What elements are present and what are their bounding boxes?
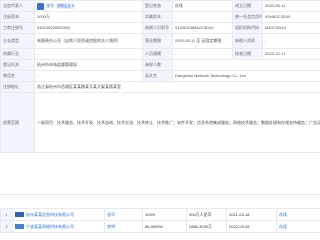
staff-value: -	[172, 48, 233, 60]
row-index: 1	[0, 208, 13, 221]
scope-label: 经营范围	[0, 92, 35, 153]
company-name[interactable]: 杭州某某信息科技有限公司	[26, 212, 74, 217]
table-row[interactable]: 1 杭州某某信息科技有限公司 张华 100% 500万人民币 2021-03-1…	[0, 208, 320, 221]
invest-amount: 500万人民币	[186, 208, 227, 221]
credit-code-label: 统一社会信用代码	[232, 11, 263, 23]
business-info-table: 法定代表人 张华 关联企业 6 登记状态 存续 成立日期 2020-05-11 …	[0, 0, 320, 153]
former-name-value: -	[34, 70, 143, 82]
staff-label: 人员规模	[142, 48, 173, 60]
share-ratio: 66.3993%	[142, 220, 187, 233]
taxpayer-qualification-label: 纳税人资质	[232, 33, 263, 49]
paid-capital-value: -	[172, 11, 233, 23]
status-value: 存续	[172, 0, 233, 12]
taxpayer-value: 91330100MA2C3D4X	[172, 22, 233, 34]
invest-amount: 2666.3299万	[186, 220, 227, 233]
legal-rep[interactable]: 张华	[104, 208, 143, 221]
former-name-label: 曾用名	[0, 70, 35, 82]
established-label: 成立日期	[232, 0, 263, 12]
reg-no-value: 330100000000000	[34, 22, 143, 34]
type-label: 企业类型	[0, 33, 35, 49]
company-name[interactable]: 宁波某某网络科技有限公司	[26, 224, 74, 229]
reg-no-label: 工商注册号	[0, 22, 35, 34]
org-code-label: 组织机构代码	[232, 22, 263, 34]
industry-label: 所属行业	[0, 48, 35, 60]
invest-date: 2022-09-28	[226, 220, 277, 233]
paid-capital-label: 实缴资本	[142, 11, 173, 23]
avatar	[37, 2, 44, 10]
taxpayer-qualification-value: -	[262, 33, 320, 49]
company-logo-icon	[15, 223, 24, 229]
company-logo-icon	[15, 211, 24, 217]
credit-code-value: 91MA2C3D4X	[262, 11, 320, 23]
insured-label: 参保人数	[142, 59, 173, 71]
legal-rep-label: 法定代表人	[0, 0, 35, 12]
type-value: 有限责任公司（自然人投资或控股的法人独资）	[34, 33, 143, 49]
company-cell[interactable]: 杭州某某信息科技有限公司	[12, 208, 105, 221]
related-company-badge[interactable]: 关联企业 6	[56, 3, 75, 9]
company-cell[interactable]: 宁波某某网络科技有限公司	[12, 220, 105, 233]
legal-rep[interactable]: 李明	[104, 220, 143, 233]
authority-label: 登记机关	[0, 59, 35, 71]
address-value: 浙江省杭州市西湖区某某路某号某大厦某楼某室	[34, 81, 320, 93]
reg-capital-value: 1000万	[34, 11, 143, 23]
taxpayer-label: 纳税人识别号	[142, 22, 173, 34]
invest-date: 2021-03-18	[226, 208, 277, 221]
table-row[interactable]: 2 宁波某某网络科技有限公司 李明 66.3993% 2666.3299万 20…	[0, 220, 320, 233]
english-name-label: 英文名	[142, 70, 173, 82]
legal-rep-cell: 张华 关联企业 6	[34, 0, 143, 12]
row-index: 2	[0, 220, 13, 233]
share-ratio: 100%	[142, 208, 187, 221]
insured-value: -	[172, 59, 320, 71]
term-value: 2020-05-11 至 无固定期限	[172, 33, 233, 49]
investment-table: 1 杭州某某信息科技有限公司 张华 100% 500万人民币 2021-03-1…	[0, 208, 320, 233]
scope-value: 一般项目：技术服务、技术开发、技术咨询、技术交流、技术转让、技术推广；软件开发；…	[34, 92, 320, 153]
approved-value: 2023-10-17	[262, 48, 320, 60]
address-label: 注册地址	[0, 81, 35, 93]
industry-value: -	[34, 48, 143, 60]
english-name-value: Hangzhou Network Technology Co., Ltd.	[172, 70, 320, 82]
company-status: 存续	[276, 208, 320, 221]
term-label: 营业期限	[142, 33, 173, 49]
company-status: 存续	[276, 220, 320, 233]
approved-label: 核准日期	[232, 48, 263, 60]
authority-value: 杭州市市场监督管理局	[34, 59, 143, 71]
org-code-value: MA2C3D4X	[262, 22, 320, 34]
reg-capital-label: 注册资本	[0, 11, 35, 23]
status-label: 登记状态	[142, 0, 173, 12]
legal-rep-name[interactable]: 张华	[46, 3, 54, 9]
established-value: 2020-05-11	[262, 0, 320, 12]
